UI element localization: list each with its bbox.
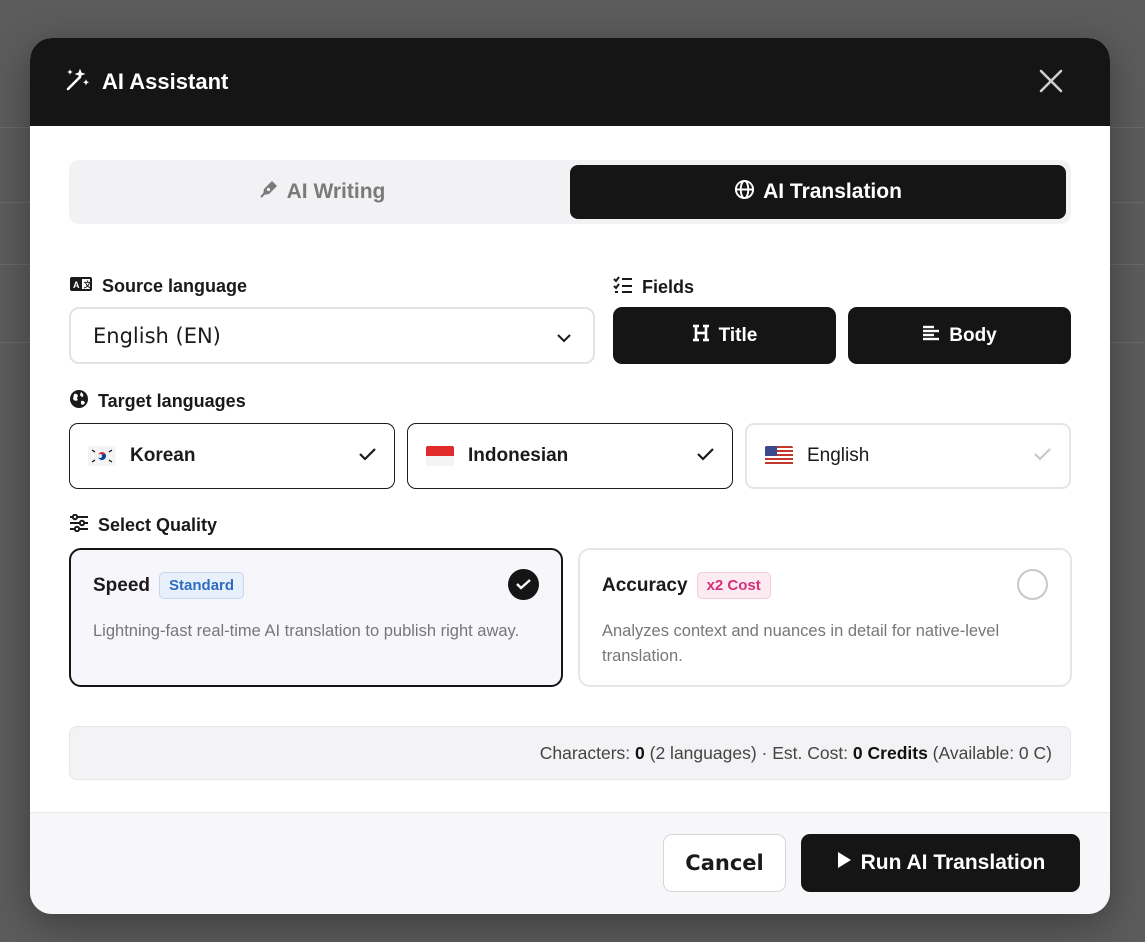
target-language-english[interactable]: English (745, 423, 1071, 489)
available-credits: (Available: 0 C) (927, 742, 1052, 763)
source-language-value: English (EN) (93, 323, 221, 348)
language-name: Indonesian (468, 445, 569, 466)
tab-label: AI Writing (286, 180, 386, 203)
korea-flag-icon (88, 446, 116, 466)
magic-wand-icon (64, 67, 90, 98)
checkmark-icon (359, 445, 376, 467)
target-language-korean[interactable]: Korean (69, 423, 395, 489)
character-count: 0 (635, 742, 645, 763)
target-language-indonesian[interactable]: Indonesian (407, 423, 733, 489)
quality-name: Speed (93, 574, 151, 596)
language-icon: A 文 (69, 276, 93, 297)
standard-badge: Standard (159, 572, 245, 599)
chevron-down-icon (557, 324, 571, 348)
svg-text:文: 文 (84, 280, 93, 290)
cancel-button[interactable]: Cancel (663, 834, 786, 892)
field-title-button[interactable]: Title (613, 307, 836, 364)
pen-nib-icon (259, 179, 279, 205)
quality-option-accuracy[interactable]: Accuracy x2 Cost Analyzes context and nu… (578, 548, 1072, 687)
tab-ai-translation[interactable]: AI Translation (570, 165, 1066, 219)
field-body-button[interactable]: Body (848, 307, 1071, 364)
svg-text:A: A (73, 280, 80, 290)
align-left-icon (922, 324, 940, 348)
globe-icon (734, 179, 755, 206)
target-languages-label: Target languages (69, 389, 246, 414)
cost-badge: x2 Cost (696, 572, 771, 599)
select-quality-label: Select Quality (69, 513, 217, 537)
translation-summary: Characters: 0 (2 languages) · Est. Cost:… (69, 726, 1071, 780)
modal-footer: Cancel Run AI Translation (30, 812, 1110, 914)
quality-description: Analyzes context and nuances in detail f… (602, 622, 1000, 665)
radio-empty-icon (1017, 569, 1048, 600)
indonesia-flag-icon (426, 446, 454, 466)
quality-description: Lightning-fast real-time AI translation … (93, 622, 520, 640)
modal-title: AI Assistant (102, 69, 229, 94)
play-icon (836, 851, 852, 875)
language-name: Korean (130, 445, 196, 466)
mode-tabs: AI Writing AI Translation (69, 160, 1071, 224)
modal-header: AI Assistant (30, 38, 1110, 126)
tab-label: AI Translation (763, 180, 902, 203)
quality-option-speed[interactable]: Speed Standard Lightning-fast real-time … (69, 548, 563, 687)
quality-name: Accuracy (602, 574, 688, 596)
globe-icon (69, 389, 89, 414)
source-language-select[interactable]: English (EN) (69, 307, 595, 364)
checklist-icon (613, 276, 633, 299)
checkmark-icon (1034, 445, 1051, 467)
us-flag-icon (765, 446, 793, 466)
checkmark-icon (697, 445, 714, 467)
source-language-label: A 文 Source language (69, 276, 247, 297)
fields-label: Fields (613, 276, 694, 299)
tab-ai-writing[interactable]: AI Writing (74, 165, 570, 219)
close-icon[interactable] (1038, 68, 1064, 94)
estimated-cost: 0 Credits (852, 742, 928, 763)
run-ai-translation-button[interactable]: Run AI Translation (801, 834, 1080, 892)
sliders-icon (69, 513, 89, 537)
language-name: English (807, 445, 870, 466)
ai-assistant-modal: AI Assistant AI Writing AI Translation A… (30, 38, 1110, 914)
check-circle-icon (508, 569, 539, 600)
heading-icon (692, 324, 710, 348)
